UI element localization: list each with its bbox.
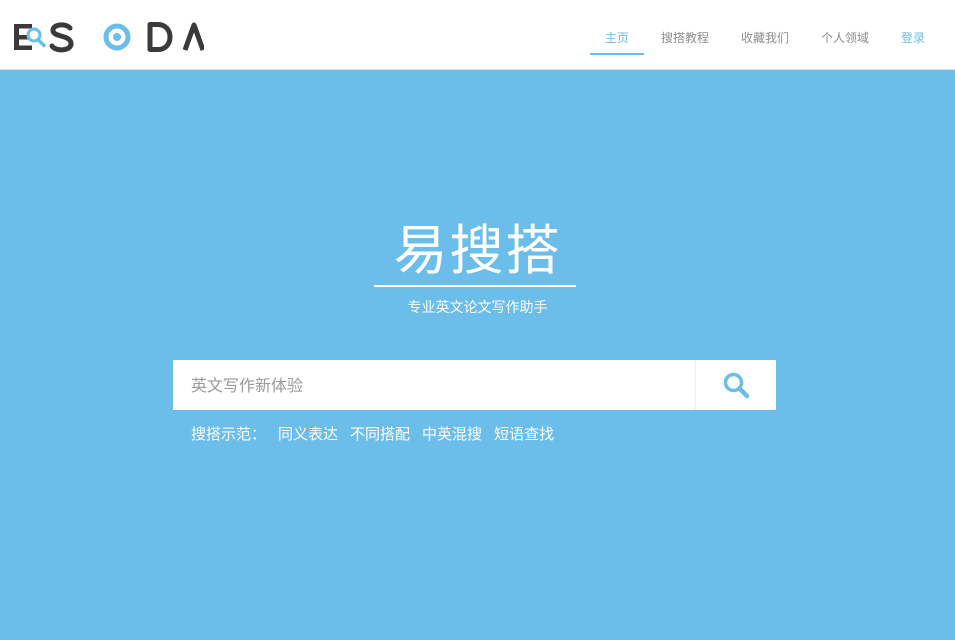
main-nav: 主页 搜搭教程 收藏我们 个人领域 登录: [573, 0, 925, 70]
nav-item-bookmark[interactable]: 收藏我们: [741, 0, 789, 70]
login-link[interactable]: 登录: [901, 0, 925, 70]
hero-title: 易搜搭: [393, 219, 562, 282]
search-icon: [723, 372, 750, 399]
hero-divider: [374, 285, 576, 287]
hero-subtitle: 专业英文论文写作助手: [407, 300, 548, 316]
nav-item-tutorial[interactable]: 搜搭教程: [661, 0, 709, 70]
example-link-collocation[interactable]: 不同搭配: [350, 423, 410, 444]
top-navbar: 主页 搜搭教程 收藏我们 个人领域 登录: [0, 0, 955, 70]
example-link-phrase[interactable]: 短语查找: [494, 423, 554, 444]
search-bar: [173, 360, 776, 410]
nav-item-personal[interactable]: 个人领域: [821, 0, 869, 70]
example-link-synonym[interactable]: 同义表达: [278, 423, 338, 444]
esoda-logo-mark: [14, 22, 204, 53]
search-examples: 搜搭示范： 同义表达 不同搭配 中英混搜 短语查找: [191, 423, 566, 444]
example-link-mixed-search[interactable]: 中英混搜: [422, 423, 482, 444]
examples-label: 搜搭示范：: [191, 425, 267, 443]
search-button[interactable]: [695, 360, 776, 410]
search-input[interactable]: [173, 360, 695, 410]
esoda-logo[interactable]: [14, 20, 204, 54]
nav-item-home[interactable]: 主页: [589, 0, 644, 70]
